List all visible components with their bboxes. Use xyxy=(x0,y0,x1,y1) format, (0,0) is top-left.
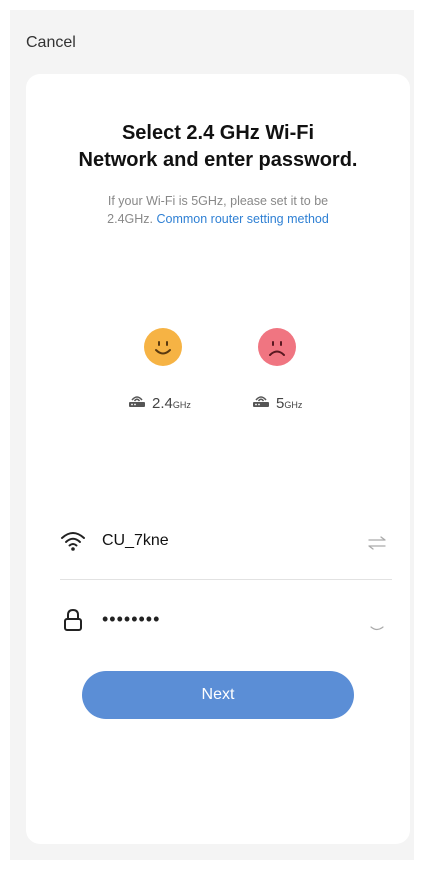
band-unit: GHz xyxy=(284,399,303,410)
wifi-setup-card: Select 2.4 GHz Wi-Fi Network and enter p… xyxy=(26,74,410,844)
band-2-4ghz: 2.4GHz xyxy=(128,394,191,413)
lock-icon xyxy=(62,608,84,637)
router-icon xyxy=(252,394,270,413)
subtitle: If your Wi-Fi is 5GHz, please set it to … xyxy=(66,192,370,228)
smiley-face-icon xyxy=(144,328,182,366)
page-title-line-1: Select 2.4 GHz Wi-Fi xyxy=(121,122,315,144)
screen: Cancel Select 2.4 GHz Wi-Fi Network and … xyxy=(10,10,414,860)
subtitle-line-1: If your Wi-Fi is 5GHz, please set it to … xyxy=(107,194,329,208)
subtitle-line-2-prefix: 2.4GHz. xyxy=(107,212,157,226)
band-unit: GHz xyxy=(172,399,191,410)
band-5ghz: 5GHz xyxy=(252,394,302,413)
divider xyxy=(60,579,392,580)
next-button[interactable]: Next xyxy=(82,671,354,719)
sad-face-icon xyxy=(258,328,296,366)
page-title-line-2: Network and enter password. xyxy=(78,149,358,171)
password-input[interactable] xyxy=(98,604,356,634)
page-title: Select 2.4 GHz Wi-Fi Network and enter p… xyxy=(26,120,410,174)
wifi-icon xyxy=(60,530,86,557)
router-setting-link[interactable]: Common router setting method xyxy=(157,212,329,226)
wifi-ssid-field[interactable]: CU_7kne xyxy=(102,532,169,550)
cancel-button[interactable]: Cancel xyxy=(26,34,76,52)
band-value: 2.4 xyxy=(152,394,173,412)
switch-network-icon[interactable] xyxy=(366,536,388,555)
eye-closed-icon[interactable] xyxy=(370,620,384,638)
router-icon xyxy=(128,394,146,413)
